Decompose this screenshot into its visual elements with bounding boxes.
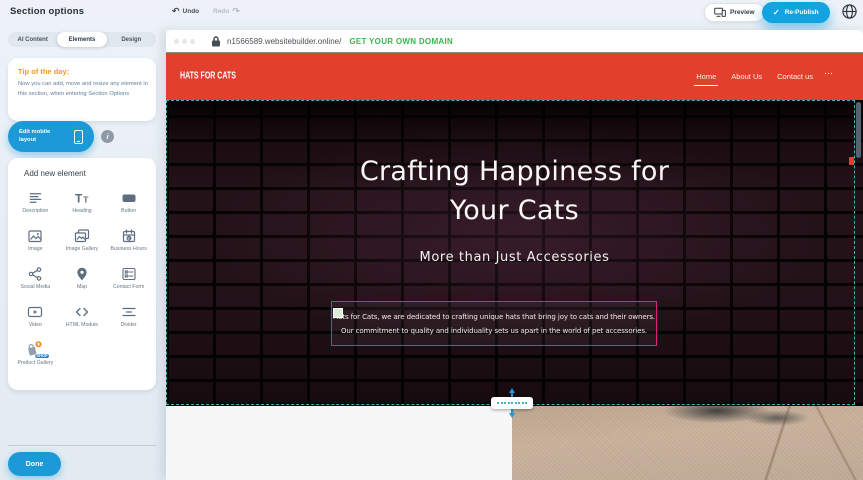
site-url: n1566589.websitebuilder.online/	[227, 37, 341, 46]
page-title: Section options	[10, 6, 84, 17]
site-preview-window: n1566589.websitebuilder.online/ GET YOUR…	[166, 30, 863, 480]
redo-button[interactable]: Redo ↷	[213, 7, 240, 16]
undo-button[interactable]: ↶ Undo	[172, 7, 199, 16]
element-item-contact-form[interactable]: Contact Form	[105, 261, 152, 299]
nav-home[interactable]: Home	[696, 72, 716, 81]
nav-contact-us[interactable]: Contact us	[777, 72, 813, 81]
redo-label: Redo	[213, 8, 229, 15]
element-item-social-media[interactable]: Social Media	[12, 261, 59, 299]
business-hours-icon	[121, 227, 137, 244]
preview-label: Preview	[730, 9, 755, 16]
done-button[interactable]: Done	[8, 452, 61, 476]
window-dot	[174, 39, 179, 44]
undo-icon: ↶	[172, 7, 180, 16]
info-icon: i	[106, 132, 108, 141]
add-element-heading: Add new element	[24, 169, 86, 178]
element-item-video[interactable]: Video	[12, 299, 59, 337]
phone-icon	[74, 130, 83, 144]
code-icon	[74, 303, 90, 320]
sidebar-tabs: AI Content Elements Design	[8, 32, 156, 47]
language-globe-button[interactable]	[841, 3, 858, 20]
edit-mobile-label: Edit mobile layout	[19, 129, 63, 144]
element-item-html-module[interactable]: HTML Module	[59, 299, 106, 337]
app-window: Section options ↶ Undo Redo ↷ Preview ✓ …	[0, 0, 863, 480]
republish-label: Re-Publish	[785, 9, 819, 16]
tip-body: Now you can add, move and resize any ele…	[18, 80, 148, 100]
scrollbar-section-marker	[849, 157, 854, 165]
next-section-background	[166, 406, 512, 480]
republish-button[interactable]: ✓ Re-Publish	[762, 2, 830, 23]
site-nav: Home About Us Contact us	[696, 53, 813, 100]
preview-button[interactable]: Preview	[704, 3, 765, 22]
window-dot	[182, 39, 187, 44]
video-icon	[27, 303, 43, 320]
heading-icon: T T	[74, 189, 90, 206]
hero-subheading[interactable]: More than Just Accessories	[166, 250, 863, 265]
svg-text:T: T	[83, 194, 89, 204]
next-section-image	[512, 406, 863, 480]
hero-paragraph-line: Hats for Cats, we are dedicated to craft…	[332, 310, 656, 324]
nav-about-us[interactable]: About Us	[731, 72, 762, 81]
contact-form-icon	[121, 265, 137, 282]
element-item-divider[interactable]: Divider	[105, 299, 152, 337]
image-gallery-icon	[74, 227, 90, 244]
tab-elements[interactable]: Elements	[57, 32, 106, 47]
section-resize-handle[interactable]	[491, 397, 533, 409]
product-gallery-icon: SHOP	[25, 341, 45, 358]
site-header: HATS FOR CATS Home About Us Contact us ⋯	[166, 53, 863, 100]
info-button[interactable]: i	[101, 130, 114, 143]
element-item-image-gallery[interactable]: Image Gallery	[59, 223, 106, 261]
tab-design[interactable]: Design	[107, 32, 156, 47]
share-icon	[27, 265, 43, 282]
element-grid: Description T T Heading Button	[12, 185, 152, 375]
text-lines-icon	[28, 189, 43, 206]
get-domain-link[interactable]: GET YOUR OWN DOMAIN	[349, 37, 453, 46]
sidebar-divider	[8, 445, 156, 446]
undo-label: Undo	[183, 8, 200, 15]
site-logo[interactable]: HATS FOR CATS	[180, 69, 236, 81]
element-item-image[interactable]: Image	[12, 223, 59, 261]
element-item-button[interactable]: Button	[105, 185, 152, 223]
lock-icon	[211, 36, 221, 47]
selected-text-element[interactable]: Hats for Cats, we are dedicated to craft…	[331, 301, 657, 346]
hero-paragraph-line: Our commitment to quality and individual…	[332, 324, 656, 338]
map-pin-icon	[74, 265, 90, 282]
hero-heading[interactable]: Crafting Happiness for Your Cats	[335, 152, 695, 230]
add-element-panel: Add new element Description T T Heading	[8, 158, 156, 390]
browser-address-bar: n1566589.websitebuilder.online/ GET YOUR…	[166, 30, 863, 53]
tip-of-the-day-card: Tip of the day: Now you can add, move an…	[8, 58, 156, 121]
check-icon: ✓	[773, 8, 780, 17]
button-icon	[121, 189, 137, 206]
element-item-business-hours[interactable]: Business Hours	[105, 223, 152, 261]
devices-icon	[714, 7, 726, 18]
image-icon	[27, 227, 43, 244]
svg-text:T: T	[75, 191, 83, 205]
edit-mobile-layout-button[interactable]: Edit mobile layout	[8, 121, 94, 152]
element-drag-handle[interactable]	[333, 308, 343, 318]
redo-icon: ↷	[232, 7, 240, 16]
resize-arrow-down-icon	[509, 413, 515, 418]
hero-section[interactable]: Crafting Happiness for Your Cats More th…	[166, 100, 863, 406]
element-item-product-gallery[interactable]: SHOP Product Gallery	[12, 337, 59, 375]
shop-badge: SHOP	[35, 354, 49, 358]
tab-ai-content[interactable]: AI Content	[8, 32, 57, 47]
scrollbar-thumb[interactable]	[856, 102, 861, 158]
nav-more-icon[interactable]: ⋯	[824, 69, 833, 78]
window-dot	[190, 39, 195, 44]
element-item-heading[interactable]: T T Heading	[59, 185, 106, 223]
element-item-map[interactable]: Map	[59, 261, 106, 299]
divider-icon	[121, 303, 137, 320]
element-item-description[interactable]: Description	[12, 185, 59, 223]
tip-heading: Tip of the day:	[18, 67, 69, 76]
